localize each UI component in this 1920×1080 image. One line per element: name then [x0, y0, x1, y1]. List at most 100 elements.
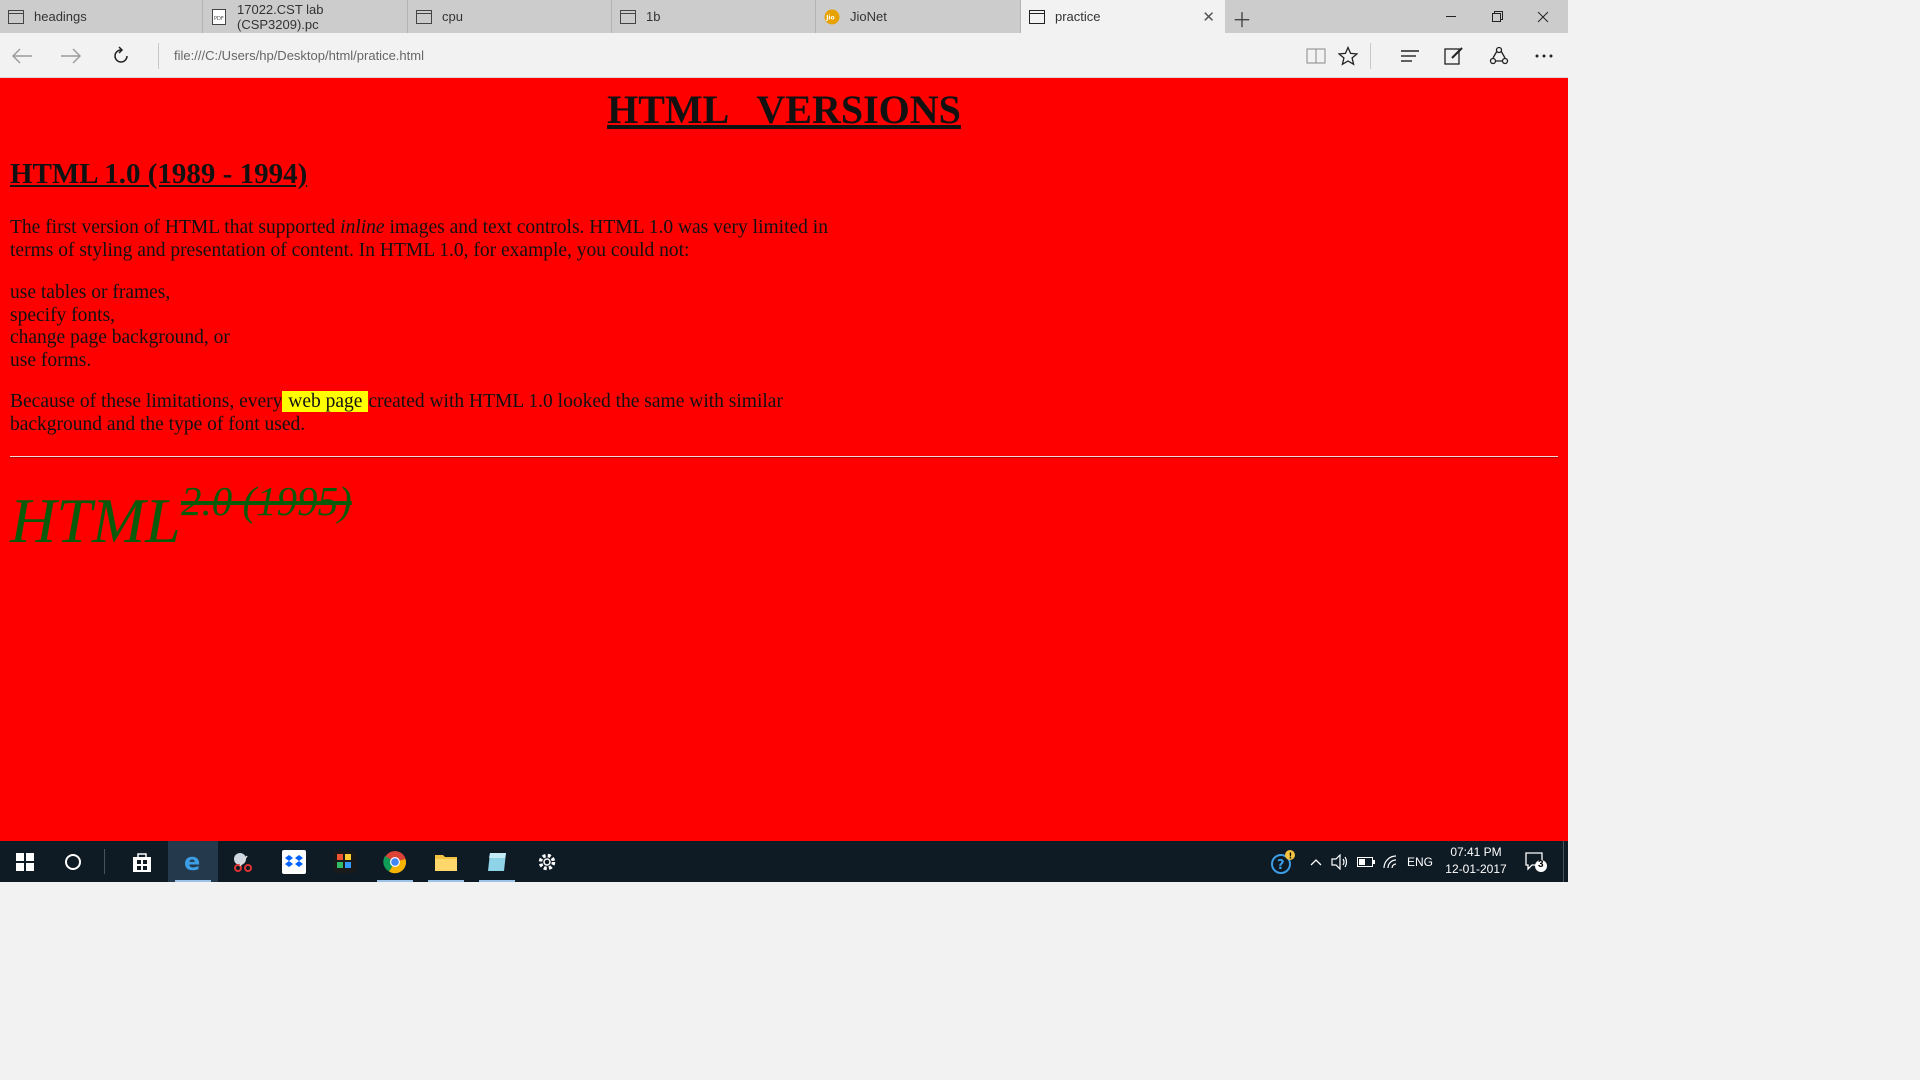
dropbox-icon [282, 849, 306, 874]
notes-app[interactable] [472, 841, 522, 882]
forward-arrow-icon [61, 48, 81, 63]
tab-1b[interactable]: 1b [612, 0, 816, 33]
divider [158, 43, 159, 69]
text: Because of these limitations, every [10, 391, 283, 412]
star-icon [1338, 45, 1358, 66]
page-icon [620, 9, 636, 25]
tab-label: practice [1055, 9, 1101, 24]
struck-through-text: 2.0 (1995) [181, 478, 352, 524]
chrome-app[interactable] [370, 841, 420, 882]
address-input[interactable]: file:///C:/Users/hp/Desktop/html/pratice… [174, 48, 424, 63]
page-title: HTML VERSIONS [607, 87, 961, 132]
jio-icon: Jio [824, 9, 840, 25]
chrome-icon [383, 850, 407, 873]
page-icon [1029, 9, 1045, 25]
close-tab-icon[interactable]: ✕ [1202, 8, 1215, 26]
minimize-button[interactable] [1428, 0, 1474, 33]
list-item: use forms. [10, 349, 92, 371]
action-center-button[interactable]: 3 [1520, 841, 1552, 882]
tab-label: 17022.CST lab (CSP3209).pc [237, 1, 324, 32]
edge-app[interactable]: e [168, 841, 218, 882]
tab-pdf[interactable]: PDF 17022.CST lab (CSP3209).pc [203, 0, 408, 33]
show-hidden-icons-button[interactable] [1306, 841, 1326, 882]
conclusion-paragraph: Because of these limitations, every web … [10, 391, 810, 436]
book-icon [1306, 48, 1326, 63]
share-button[interactable] [1479, 33, 1519, 78]
tab-label: 1b [646, 9, 661, 24]
tab-jionet[interactable]: Jio JioNet [816, 0, 1021, 33]
new-tab-button[interactable]: ＋ [1232, 4, 1252, 33]
navigation-bar: file:///C:/Users/hp/Desktop/html/pratice… [0, 33, 1568, 78]
hub-button[interactable] [1390, 33, 1430, 78]
close-icon [1537, 11, 1549, 22]
svg-text:?: ? [1277, 858, 1285, 873]
list-item: use tables or frames, [10, 282, 171, 303]
file-explorer-app[interactable] [421, 841, 471, 882]
network-button[interactable] [1380, 841, 1402, 882]
start-button[interactable] [0, 841, 50, 882]
scissors-icon [234, 852, 252, 872]
list-item: change page background, or [10, 327, 230, 349]
paint-app[interactable] [320, 841, 370, 882]
tab-label: cpu [442, 9, 463, 24]
back-button[interactable] [0, 33, 44, 78]
settings-app[interactable] [522, 841, 572, 882]
minimize-icon [1445, 16, 1456, 17]
web-note-button[interactable] [1434, 33, 1474, 78]
jio-icon-text: Jio [825, 14, 834, 21]
notification-count: 3 [1538, 859, 1544, 870]
chevron-up-icon [1310, 858, 1322, 865]
store-bag-icon [133, 852, 151, 872]
paint-palette-icon [334, 850, 356, 873]
help-tray-button[interactable]: ?! [1268, 841, 1298, 882]
emphasis-text: inline [340, 217, 385, 238]
clock-date: 12-01-2017 [1445, 862, 1507, 876]
snipping-tool-app[interactable] [218, 841, 268, 882]
volume-button[interactable] [1328, 841, 1352, 882]
notification-icon [1525, 851, 1547, 872]
svg-text:PDF: PDF [214, 16, 224, 22]
battery-icon [1357, 856, 1375, 867]
restore-button[interactable] [1474, 0, 1520, 33]
cortana-circle-icon [65, 853, 81, 870]
more-button[interactable] [1524, 33, 1564, 78]
tab-label: JioNet [850, 9, 887, 24]
horizontal-rule [10, 456, 1558, 458]
page-icon [8, 9, 24, 25]
tab-headings[interactable]: headings [0, 0, 203, 33]
clock-button[interactable]: 07:41 PM 12-01-2017 [1440, 844, 1512, 878]
tab-cpu[interactable]: cpu [408, 0, 612, 33]
dropbox-app[interactable] [269, 841, 319, 882]
close-window-button[interactable] [1520, 0, 1566, 33]
hub-icon [1401, 49, 1419, 62]
help-warning-icon: ?! [1271, 849, 1295, 874]
show-desktop-button[interactable] [1563, 841, 1569, 882]
divider [1370, 43, 1371, 69]
pdf-icon: PDF [211, 8, 227, 25]
input-language-button[interactable]: ENG [1404, 841, 1436, 882]
text: The first version of HTML that supported [10, 217, 341, 238]
svg-text:e: e [184, 850, 200, 874]
windows-logo-icon [16, 852, 34, 871]
speaker-icon [1331, 853, 1348, 870]
svg-text:!: ! [1289, 851, 1293, 860]
pen-note-icon [1444, 46, 1463, 65]
tab-practice[interactable]: practice ✕ [1021, 0, 1225, 33]
cortana-button[interactable] [48, 841, 98, 882]
refresh-button[interactable] [99, 33, 143, 78]
more-dots-icon [1535, 54, 1553, 57]
tab-label: headings [34, 9, 87, 24]
back-arrow-icon [12, 48, 32, 63]
divider [104, 849, 105, 874]
section-heading: HTML 1.0 (1989 - 1994) [10, 158, 308, 190]
battery-button[interactable] [1354, 841, 1378, 882]
favorite-button[interactable] [1328, 33, 1368, 78]
intro-paragraph: The first version of HTML that supported… [10, 217, 850, 262]
store-app[interactable] [117, 841, 167, 882]
page-icon [416, 9, 432, 25]
note-pad-icon [488, 852, 506, 871]
list-item: specify fonts, [10, 304, 116, 326]
forward-button[interactable] [49, 33, 93, 78]
restore-icon [1491, 11, 1503, 22]
refresh-icon [114, 45, 128, 63]
